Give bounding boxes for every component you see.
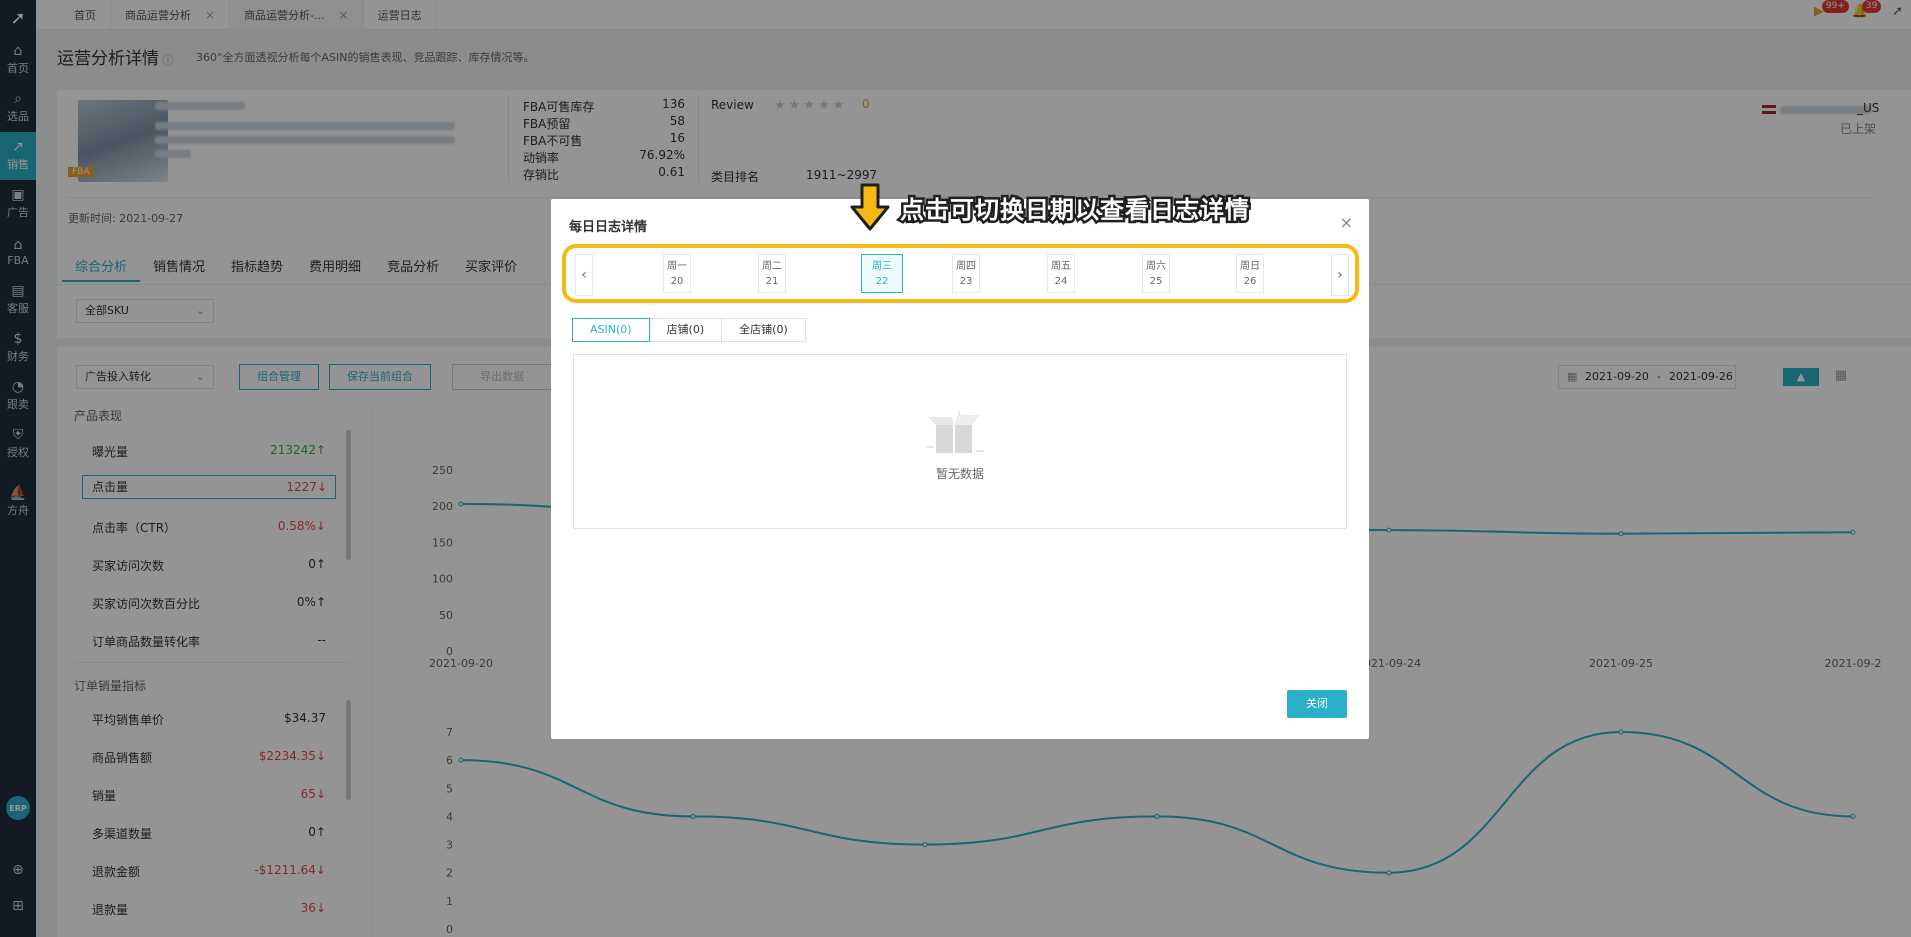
log-tab-0[interactable]: ASIN(0) [572, 318, 650, 342]
day-weekday: 周三 [872, 261, 892, 272]
next-week-button[interactable]: › [1331, 254, 1349, 296]
day-25[interactable]: 周六 25 [1142, 254, 1170, 293]
day-date: 23 [959, 276, 973, 287]
modal-title: 每日日志详情 [569, 220, 648, 235]
day-22[interactable]: 周三 22 [861, 254, 903, 293]
day-21[interactable]: 周二 21 [758, 254, 786, 293]
day-date: 24 [1054, 276, 1068, 287]
day-weekday: 周五 [1051, 261, 1071, 272]
chevron-right-icon: › [1337, 267, 1343, 283]
day-weekday: 周日 [1240, 261, 1260, 272]
annotation-callout: 点击可切换日期以查看日志详情 [898, 194, 1252, 227]
day-weekday: 周四 [956, 261, 976, 272]
day-date: 22 [875, 276, 889, 287]
chevron-left-icon: ‹ [581, 267, 587, 283]
down-arrow-icon [850, 183, 890, 231]
prev-week-button[interactable]: ‹ [575, 254, 593, 296]
log-tab-1[interactable]: 店铺(0) [648, 318, 723, 342]
empty-box-icon [926, 410, 984, 453]
daily-log-modal: 每日日志详情 × ‹ 周一 20 周二 21 周三 22 周四 23 周五 24 周六 25 周日 26 … [551, 199, 1369, 739]
day-date: 21 [765, 276, 779, 287]
date-strip: ‹ 周一 20 周二 21 周三 22 周四 23 周五 24 周六 25 周日 26 › [575, 254, 1349, 296]
day-24[interactable]: 周五 24 [1047, 254, 1075, 293]
day-23[interactable]: 周四 23 [952, 254, 980, 293]
log-scope-tabs: ASIN(0) 店铺(0) 全店铺(0) [572, 318, 806, 342]
day-date: 26 [1243, 276, 1257, 287]
close-icon[interactable]: × [1340, 213, 1353, 232]
modal-close-button[interactable]: 关闭 [1287, 690, 1347, 718]
log-tab-2[interactable]: 全店铺(0) [721, 318, 806, 342]
day-weekday: 周一 [667, 261, 687, 272]
day-weekday: 周二 [762, 261, 782, 272]
day-20[interactable]: 周一 20 [663, 254, 691, 293]
day-date: 25 [1149, 276, 1163, 287]
day-26[interactable]: 周日 26 [1236, 254, 1264, 293]
day-date: 20 [670, 276, 684, 287]
log-list: 暂无数据 [573, 354, 1347, 529]
day-weekday: 周六 [1146, 261, 1166, 272]
empty-text: 暂无数据 [935, 467, 984, 481]
